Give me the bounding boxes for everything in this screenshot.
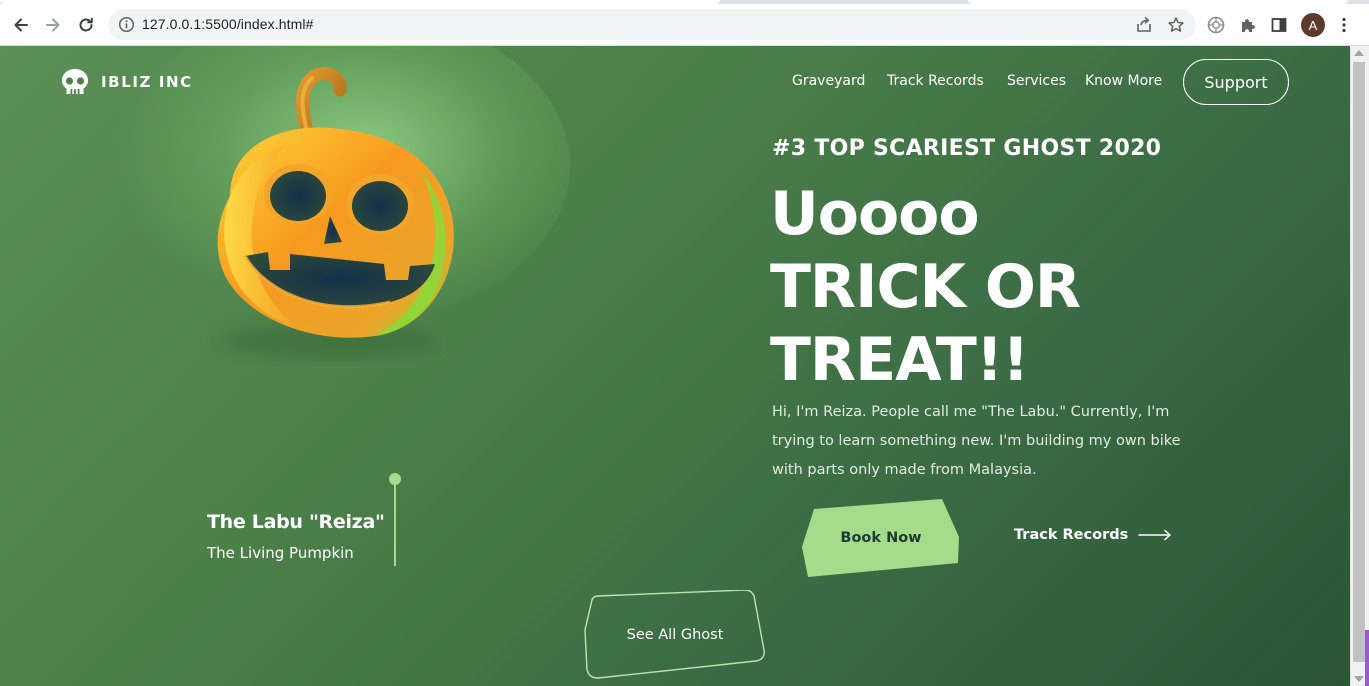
hero-intro: Hi, I'm Reiza. People call me "The Labu.… bbox=[772, 404, 1181, 478]
scroll-up-arrow[interactable] bbox=[1354, 50, 1364, 56]
bookmark-button[interactable] bbox=[1166, 15, 1186, 35]
side-panel-icon bbox=[1271, 18, 1287, 32]
web-extension-icon bbox=[1207, 16, 1225, 34]
hero-page: IBLIZ INC Graveyard Track Records Servic… bbox=[0, 46, 1350, 686]
headline-line-1: Uoooo bbox=[770, 179, 980, 249]
scroll-thumb[interactable] bbox=[1353, 62, 1365, 662]
brand-name: IBLIZ INC bbox=[101, 73, 193, 91]
puzzle-icon bbox=[1242, 19, 1255, 32]
forward-button[interactable] bbox=[40, 12, 66, 38]
web-extension-button[interactable] bbox=[1205, 14, 1227, 36]
star-icon bbox=[1168, 17, 1184, 32]
book-now-label: Book Now bbox=[840, 530, 922, 546]
headline-line-3: TREAT!! bbox=[770, 325, 1030, 395]
see-all-ghost-button[interactable]: See All Ghost bbox=[584, 589, 766, 680]
skull-icon bbox=[62, 69, 88, 94]
track-records-label: Track Records bbox=[1014, 527, 1129, 543]
long-arrow-right-icon bbox=[1138, 529, 1171, 541]
hero-kicker: #3 TOP SCARIEST GHOST 2020 bbox=[772, 136, 1162, 161]
nav-link-know-more[interactable]: Know More bbox=[1085, 73, 1162, 89]
url-text[interactable]: 127.0.0.1:5500/index.html# bbox=[142, 16, 314, 32]
browser-menu-button[interactable] bbox=[1333, 14, 1355, 36]
profile-avatar[interactable]: A bbox=[1301, 13, 1325, 37]
nav-link-services[interactable]: Services bbox=[1007, 73, 1066, 89]
address-bar[interactable]: 127.0.0.1:5500/index.html# bbox=[108, 9, 1196, 40]
arrow-left-icon bbox=[14, 18, 28, 32]
extensions-button[interactable] bbox=[1237, 14, 1259, 36]
nav-link-graveyard[interactable]: Graveyard bbox=[792, 73, 865, 89]
brand-logo[interactable]: IBLIZ INC bbox=[60, 68, 193, 96]
kebab-menu-icon bbox=[1342, 17, 1346, 33]
share-button[interactable] bbox=[1134, 15, 1154, 35]
caption-subtitle: The Living Pumpkin bbox=[207, 544, 354, 562]
scroll-down-arrow[interactable] bbox=[1354, 676, 1364, 682]
track-records-link[interactable]: Track Records bbox=[1014, 527, 1172, 543]
share-icon bbox=[1137, 17, 1151, 32]
side-panel-button[interactable] bbox=[1268, 14, 1290, 36]
info-icon[interactable] bbox=[118, 16, 135, 33]
book-now-button[interactable]: Book Now bbox=[802, 499, 960, 577]
see-all-ghost-label: See All Ghost bbox=[626, 627, 724, 643]
caption-title: The Labu "Reiza" bbox=[207, 511, 385, 533]
nav-link-track-records[interactable]: Track Records bbox=[887, 73, 984, 89]
back-button[interactable] bbox=[8, 12, 34, 38]
headline-line-2: TRICK OR bbox=[770, 252, 1081, 322]
window-edge-accent bbox=[1365, 630, 1369, 686]
arrow-right-icon bbox=[46, 18, 60, 32]
hero-headline: Uoooo TRICK OR TREAT!! bbox=[770, 178, 1081, 397]
pumpkin-illustration bbox=[217, 67, 454, 359]
browser-toolbar: 127.0.0.1:5500/index.html# A bbox=[0, 4, 1369, 46]
support-button[interactable]: Support bbox=[1183, 59, 1289, 105]
reload-button[interactable] bbox=[73, 12, 99, 38]
caption-pin-line bbox=[394, 479, 396, 566]
reload-icon bbox=[79, 17, 93, 32]
